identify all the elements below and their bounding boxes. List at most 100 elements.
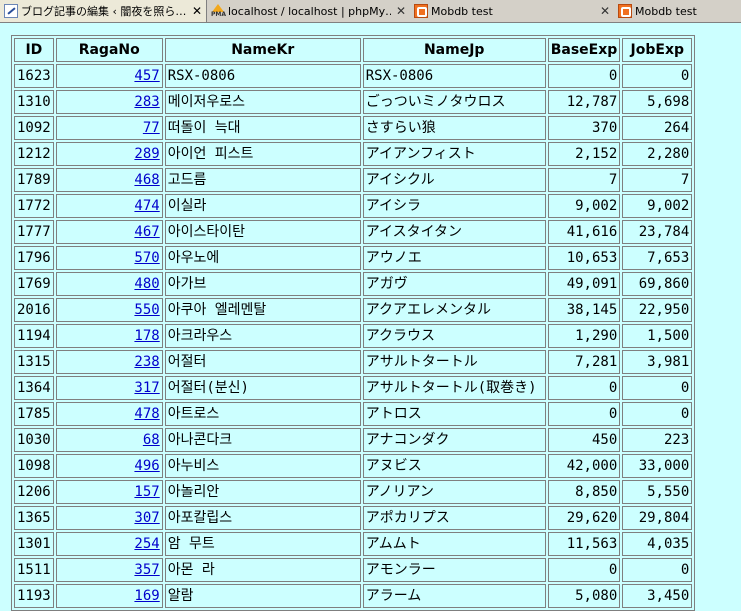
- tab-label: ブログ記事の編集 ‹ 闇夜を照ら…: [21, 5, 187, 18]
- cell-job-exp: 5,698: [622, 90, 693, 114]
- cell-base-exp: 41,616: [547, 220, 621, 244]
- column-header-ragano: RagaNo: [55, 38, 163, 62]
- column-header-namekr: NameKr: [164, 38, 361, 62]
- cell-ragano: 77: [55, 116, 163, 140]
- cell-name-kr: 암 무트: [164, 532, 361, 556]
- cell-id: 1772: [14, 194, 54, 218]
- cell-name-jp: ごっついミノタウロス: [362, 90, 546, 114]
- ragano-link[interactable]: 467: [134, 224, 159, 240]
- ragano-link[interactable]: 68: [143, 432, 160, 448]
- mobdb-icon: [414, 4, 428, 18]
- cell-ragano: 480: [55, 272, 163, 296]
- table-header-row: ID RagaNo NameKr NameJp BaseExp JobExp: [14, 38, 693, 62]
- ragano-link[interactable]: 550: [134, 302, 159, 318]
- cell-name-kr: 아놀리안: [164, 480, 361, 504]
- tab-label: Mobdb test: [635, 4, 697, 18]
- cell-name-kr: 고드름: [164, 168, 361, 192]
- table-row: 1193 169 알람 アラーム 5,080 3,450: [14, 584, 693, 608]
- ragano-link[interactable]: 77: [143, 120, 160, 136]
- cell-ragano: 357: [55, 558, 163, 582]
- table-row: 1364 317 어절터(분신) アサルトタートル(取巻き) 0 0: [14, 376, 693, 400]
- cell-job-exp: 1,500: [622, 324, 693, 348]
- cell-name-kr: 메이저우로스: [164, 90, 361, 114]
- cell-id: 1310: [14, 90, 54, 114]
- table-row: 1098 496 아누비스 アヌビス 42,000 33,000: [14, 454, 693, 478]
- ragano-link[interactable]: 238: [134, 354, 159, 370]
- table-row: 1310 283 메이저우로스 ごっついミノタウロス 12,787 5,698: [14, 90, 693, 114]
- cell-job-exp: 33,000: [622, 454, 693, 478]
- cell-ragano: 178: [55, 324, 163, 348]
- cell-ragano: 317: [55, 376, 163, 400]
- tab-blog-edit[interactable]: ブログ記事の編集 ‹ 闇夜を照ら… ✕: [0, 0, 207, 22]
- cell-base-exp: 370: [547, 116, 621, 140]
- table-row: 1785 478 아트로스 アトロス 0 0: [14, 402, 693, 426]
- table-row: 1092 77 떠돌이 늑대 さすらい狼 370 264: [14, 116, 693, 140]
- cell-name-jp: アイアンフィスト: [362, 142, 546, 166]
- cell-name-kr: 아나콘다크: [164, 428, 361, 452]
- cell-id: 1194: [14, 324, 54, 348]
- cell-name-jp: アヌビス: [362, 454, 546, 478]
- table-row: 1769 480 아가브 アガヴ 49,091 69,860: [14, 272, 693, 296]
- ragano-link[interactable]: 496: [134, 458, 159, 474]
- ragano-link[interactable]: 468: [134, 172, 159, 188]
- cell-id: 1789: [14, 168, 54, 192]
- ragano-link[interactable]: 570: [134, 250, 159, 266]
- cell-job-exp: 23,784: [622, 220, 693, 244]
- cell-base-exp: 10,653: [547, 246, 621, 270]
- close-icon[interactable]: ✕: [192, 4, 202, 18]
- cell-job-exp: 223: [622, 428, 693, 452]
- close-icon[interactable]: ✕: [396, 4, 406, 18]
- close-icon[interactable]: ✕: [600, 4, 610, 18]
- cell-base-exp: 5,080: [547, 584, 621, 608]
- mobdb-icon: [618, 4, 632, 18]
- tab-label: localhost / localhost | phpMy…: [228, 4, 391, 18]
- cell-base-exp: 0: [547, 558, 621, 582]
- ragano-link[interactable]: 457: [134, 68, 159, 84]
- ragano-link[interactable]: 254: [134, 536, 159, 552]
- ragano-link[interactable]: 480: [134, 276, 159, 292]
- ragano-link[interactable]: 178: [134, 328, 159, 344]
- cell-job-exp: 264: [622, 116, 693, 140]
- ragano-link[interactable]: 478: [134, 406, 159, 422]
- ragano-link[interactable]: 307: [134, 510, 159, 526]
- cell-name-kr: 떠돌이 늑대: [164, 116, 361, 140]
- cell-job-exp: 0: [622, 402, 693, 426]
- cell-id: 1623: [14, 64, 54, 88]
- table-row: 2016 550 아쿠아 엘레멘탈 アクアエレメンタル 38,145 22,950: [14, 298, 693, 322]
- cell-ragano: 478: [55, 402, 163, 426]
- ragano-link[interactable]: 474: [134, 198, 159, 214]
- cell-id: 1212: [14, 142, 54, 166]
- ragano-link[interactable]: 289: [134, 146, 159, 162]
- cell-ragano: 496: [55, 454, 163, 478]
- cell-ragano: 169: [55, 584, 163, 608]
- ragano-link[interactable]: 317: [134, 380, 159, 396]
- column-header-jobexp: JobExp: [622, 38, 693, 62]
- cell-id: 1777: [14, 220, 54, 244]
- tab-phpmyadmin[interactable]: PMA localhost / localhost | phpMy… ✕: [207, 0, 410, 22]
- table-row: 1623 457 RSX-0806 RSX-0806 0 0: [14, 64, 693, 88]
- cell-base-exp: 0: [547, 402, 621, 426]
- tab-mobdb-2[interactable]: Mobdb test: [614, 0, 741, 22]
- cell-job-exp: 0: [622, 64, 693, 88]
- tab-mobdb-1[interactable]: Mobdb test ✕: [410, 0, 614, 22]
- cell-job-exp: 5,550: [622, 480, 693, 504]
- cell-name-kr: 아이스타이탄: [164, 220, 361, 244]
- ragano-link[interactable]: 283: [134, 94, 159, 110]
- cell-name-jp: アラーム: [362, 584, 546, 608]
- ragano-link[interactable]: 357: [134, 562, 159, 578]
- ragano-link[interactable]: 157: [134, 484, 159, 500]
- cell-job-exp: 29,804: [622, 506, 693, 530]
- cell-base-exp: 8,850: [547, 480, 621, 504]
- column-header-id: ID: [14, 38, 54, 62]
- cell-job-exp: 3,981: [622, 350, 693, 374]
- ragano-link[interactable]: 169: [134, 588, 159, 604]
- browser-tab-bar: ブログ記事の編集 ‹ 闇夜を照ら… ✕ PMA localhost / loca…: [0, 0, 741, 23]
- cell-base-exp: 29,620: [547, 506, 621, 530]
- cell-id: 1030: [14, 428, 54, 452]
- cell-id: 1098: [14, 454, 54, 478]
- cell-id: 1365: [14, 506, 54, 530]
- cell-ragano: 307: [55, 506, 163, 530]
- cell-id: 1301: [14, 532, 54, 556]
- cell-id: 2016: [14, 298, 54, 322]
- cell-id: 1092: [14, 116, 54, 140]
